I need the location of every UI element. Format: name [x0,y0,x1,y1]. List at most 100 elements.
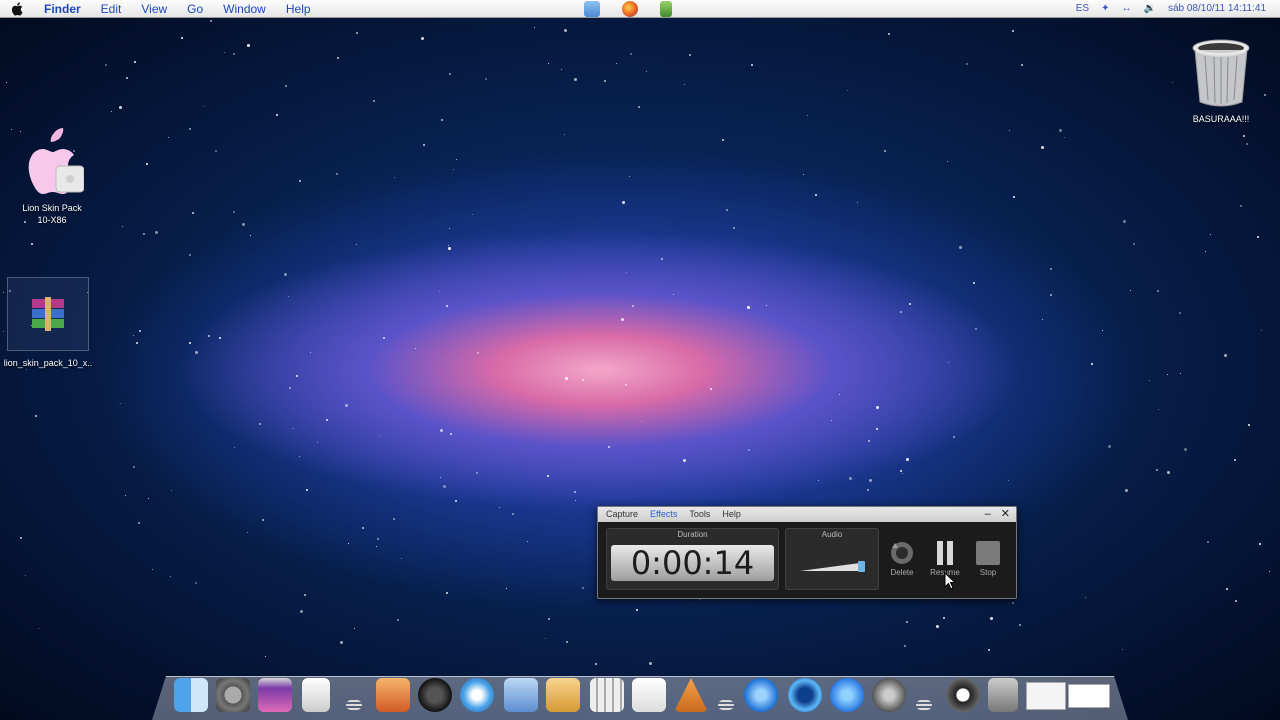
firefox-icon[interactable] [622,1,638,17]
dock-calculator-icon[interactable] [590,678,624,712]
star [748,449,750,451]
dock-dashboard-icon[interactable] [418,678,452,712]
star [547,475,549,477]
star [948,362,949,363]
star [450,433,452,435]
star [608,446,610,448]
dock-home-icon[interactable] [376,678,410,712]
star [152,569,153,570]
star [548,63,549,64]
recorder-menu-effects[interactable]: Effects [646,507,685,522]
dock-itunes-icon[interactable] [744,678,778,712]
star [125,495,126,496]
star [747,306,750,309]
star [476,472,478,474]
apple-logo-icon [20,128,85,198]
dock-system-preferences-icon[interactable] [216,678,250,712]
clock[interactable]: sáb 08/10/11 14:11:41 [1168,0,1266,18]
star [566,641,568,643]
network-icon[interactable] [660,1,672,17]
star [947,161,948,162]
star [111,111,112,112]
bluetooth-icon[interactable]: ✦ [1101,0,1109,18]
star [1179,312,1181,314]
menu-app-name[interactable]: Finder [34,0,91,18]
star [900,470,902,472]
desktop-icon-rar-archive[interactable]: lion_skin_pack_10_x.. [3,277,93,369]
star [6,82,7,83]
audio-level-slider[interactable] [800,559,868,573]
dock-window-thumbnail-1[interactable] [1026,682,1066,710]
star [646,71,647,72]
close-button[interactable]: ✕ [1001,507,1010,522]
recorder-menu-capture[interactable]: Capture [602,507,646,522]
star [1013,196,1015,198]
star [936,625,939,628]
star [1064,137,1065,138]
star [310,352,311,353]
star [25,575,26,576]
star [296,375,298,377]
dock-quicktime-icon[interactable] [788,678,822,712]
dock-app-store-icon[interactable] [830,678,864,712]
star [906,458,909,461]
network-arrows-icon[interactable]: ↔ [1122,0,1132,18]
dock-notes-icon[interactable] [546,678,580,712]
star [293,428,294,429]
apple-menu-icon[interactable] [0,2,34,16]
dock-launchpad-icon[interactable] [872,678,906,712]
dock-preview-icon[interactable] [302,678,330,712]
star [1091,363,1093,365]
menu-window[interactable]: Window [213,0,276,18]
star [1243,135,1245,137]
star [684,84,685,85]
menu-help[interactable]: Help [276,0,321,18]
star [1085,597,1086,598]
star [638,106,640,108]
dock-mail-icon[interactable] [504,678,538,712]
desktop-icon-trash[interactable]: BASURAAA!!! [1186,38,1256,125]
volume-icon[interactable]: 🔉 [1144,0,1156,18]
star [224,52,225,53]
star [1157,290,1159,292]
star [689,54,691,56]
star [1125,489,1128,492]
star [726,209,728,211]
star [582,587,584,589]
star [1269,571,1270,572]
star [415,348,416,349]
recorder-menu-tools[interactable]: Tools [685,507,718,522]
stop-button[interactable]: Stop [968,540,1008,577]
dock-window-thumbnail-2[interactable] [1068,684,1110,708]
duration-title: Duration [677,530,708,539]
dock-finder-icon[interactable] [174,678,208,712]
star [683,459,686,462]
dock-textedit-icon[interactable] [632,678,666,712]
dock-safari-icon[interactable] [460,678,494,712]
delete-button[interactable]: Delete [882,540,922,577]
star [636,609,638,611]
dock-photo-booth-icon[interactable] [258,678,292,712]
input-language[interactable]: ES [1076,0,1089,18]
star [276,114,278,116]
menu-view[interactable]: View [131,0,177,18]
desktop-icon-lion-skin-pack[interactable]: Lion Skin Pack 10-X86 [12,128,92,226]
star [1234,459,1236,461]
star [868,440,870,442]
star [136,342,138,344]
recorder-menu-help[interactable]: Help [718,507,749,522]
star [453,169,454,170]
star [181,37,183,39]
dock-power-icon[interactable] [946,678,980,712]
star [234,447,235,448]
star [155,231,158,234]
folder-icon[interactable] [584,1,600,17]
minimize-button[interactable]: – [985,507,991,522]
menu-edit[interactable]: Edit [91,0,132,18]
winrar-icon [7,277,89,351]
duration-panel: Duration 0:00:14 [606,528,779,590]
menu-go[interactable]: Go [177,0,213,18]
dock-trash-icon[interactable] [988,678,1018,712]
star [376,546,377,547]
star [565,377,568,380]
